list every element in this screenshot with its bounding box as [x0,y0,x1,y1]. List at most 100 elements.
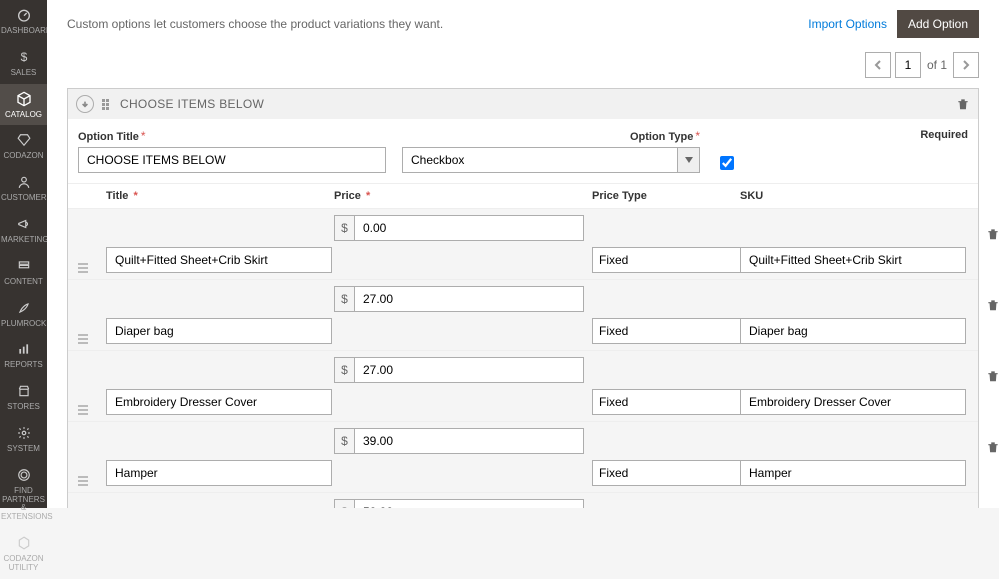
gear-icon [15,424,33,442]
row-price-input[interactable] [354,286,584,312]
required-asterisk: * [363,190,370,202]
row-pricetype-select[interactable] [592,247,761,273]
bar-chart-icon [15,340,33,358]
row-sku-input[interactable] [740,460,966,486]
row-pricetype-select[interactable] [592,318,761,344]
row-title-input[interactable] [106,460,332,486]
col-title-label: Title [106,190,128,202]
sidebar-item-customers[interactable]: CUSTOMERS [0,167,47,209]
row-delete-button[interactable] [986,298,999,312]
store-icon [15,382,33,400]
diamond-icon [15,131,33,149]
sidebar-item-reports[interactable]: REPORTS [0,334,47,376]
sidebar-item-catalog[interactable]: CATALOG [0,84,47,126]
row-pricetype-select[interactable] [592,460,761,486]
row-drag-handle-icon[interactable] [78,476,88,486]
row-price-input[interactable] [354,428,584,454]
sidebar-item-system[interactable]: SYSTEM [0,418,47,460]
topbar: Custom options let customers choose the … [47,0,999,48]
pager-next-button[interactable] [953,52,979,78]
sidebar-item-content[interactable]: CONTENT [0,251,47,293]
sidebar-item-label: CATALOG [1,111,46,120]
sidebar-item-dashboard[interactable]: DASHBOARD [0,0,47,42]
row-drag-handle-icon[interactable] [78,263,88,273]
row-price-input[interactable] [354,499,584,508]
required-asterisk: * [141,129,146,143]
sidebar-item-codazon-utility[interactable]: CODAZON UTILITY [0,528,47,579]
sidebar-item-marketing[interactable]: MARKETING [0,209,47,251]
option-panel-header: CHOOSE ITEMS BELOW [68,89,978,119]
currency-prefix: $ [334,286,354,312]
row-delete-button[interactable] [986,227,999,241]
row-delete-button[interactable] [986,440,999,454]
row-sku-input[interactable] [740,389,966,415]
sidebar-item-label: MARKETING [1,236,46,245]
collapse-toggle[interactable] [76,95,94,113]
currency-prefix: $ [334,428,354,454]
row-sku-input[interactable] [740,247,966,273]
row-title-input[interactable] [106,318,332,344]
sidebar-item-sales[interactable]: $ SALES [0,42,47,84]
values-grid-header: Title * Price * Price Type SKU [68,183,978,208]
rocket-icon [15,299,33,317]
sidebar-item-plumrocket[interactable]: PLUMROCKET [0,293,47,335]
row-pricetype-select[interactable] [592,389,761,415]
row-price-input[interactable] [354,215,584,241]
required-asterisk: * [695,129,700,143]
option-type-select[interactable] [402,147,678,173]
pager-prev-button[interactable] [865,52,891,78]
currency-prefix: $ [334,215,354,241]
sidebar-item-label: CODAZON [1,152,46,161]
layers-icon [15,257,33,275]
option-panel: CHOOSE ITEMS BELOW Option Title* Option … [67,88,979,508]
currency-prefix: $ [334,499,354,508]
topbar-hint: Custom options let customers choose the … [67,17,443,31]
row-price-input[interactable] [354,357,584,383]
row-drag-handle-icon[interactable] [78,405,88,415]
values-grid-body: $ $ [68,208,978,508]
value-row: $ [68,208,978,279]
row-drag-handle-icon[interactable] [78,334,88,344]
required-asterisk: * [130,190,137,202]
drag-handle-icon[interactable] [102,98,112,110]
topbar-actions: Import Options Add Option [808,10,979,38]
sidebar-item-label: STORES [1,403,46,412]
row-sku-input[interactable] [740,318,966,344]
sidebar-item-label: CODAZON UTILITY [1,555,46,573]
option-required-label: Required [920,129,968,141]
import-options-link[interactable]: Import Options [808,17,887,31]
row-title-input[interactable] [106,389,332,415]
admin-sidebar: DASHBOARD $ SALES CATALOG CODAZON CUSTOM… [0,0,47,508]
value-row: $ [68,492,978,508]
option-required-checkbox[interactable] [720,156,734,170]
svg-text:$: $ [20,50,27,64]
row-title-input[interactable] [106,247,332,273]
add-option-button[interactable]: Add Option [897,10,979,38]
sidebar-item-label: REPORTS [1,361,46,370]
sidebar-item-label: SYSTEM [1,445,46,454]
sidebar-item-label: PLUMROCKET [1,320,46,329]
option-title-input[interactable] [78,147,386,173]
gauge-icon [15,6,33,24]
pager-page-input[interactable] [895,52,921,78]
col-price-label: Price [334,190,361,202]
dollar-icon: $ [15,48,33,66]
megaphone-icon [15,215,33,233]
sidebar-item-label: CUSTOMERS [1,194,46,203]
cube-icon [15,90,33,108]
person-icon [15,173,33,191]
sidebar-item-label: DASHBOARD [1,27,46,36]
sidebar-item-codazon[interactable]: CODAZON [0,125,47,167]
row-delete-button[interactable] [986,369,999,383]
currency-prefix: $ [334,357,354,383]
main-content: Custom options let customers choose the … [47,0,999,508]
sidebar-item-partners[interactable]: FIND PARTNERS & EXTENSIONS [0,460,47,528]
option-type-label: Option Type [630,131,693,143]
option-type-dropdown-button[interactable] [678,147,700,173]
sidebar-item-label: FIND PARTNERS & EXTENSIONS [1,487,46,522]
col-pricetype-label: Price Type [592,190,647,202]
pager-of-label: of 1 [925,58,949,72]
sidebar-item-label: CONTENT [1,278,46,287]
sidebar-item-stores[interactable]: STORES [0,376,47,418]
delete-option-button[interactable] [956,97,970,111]
